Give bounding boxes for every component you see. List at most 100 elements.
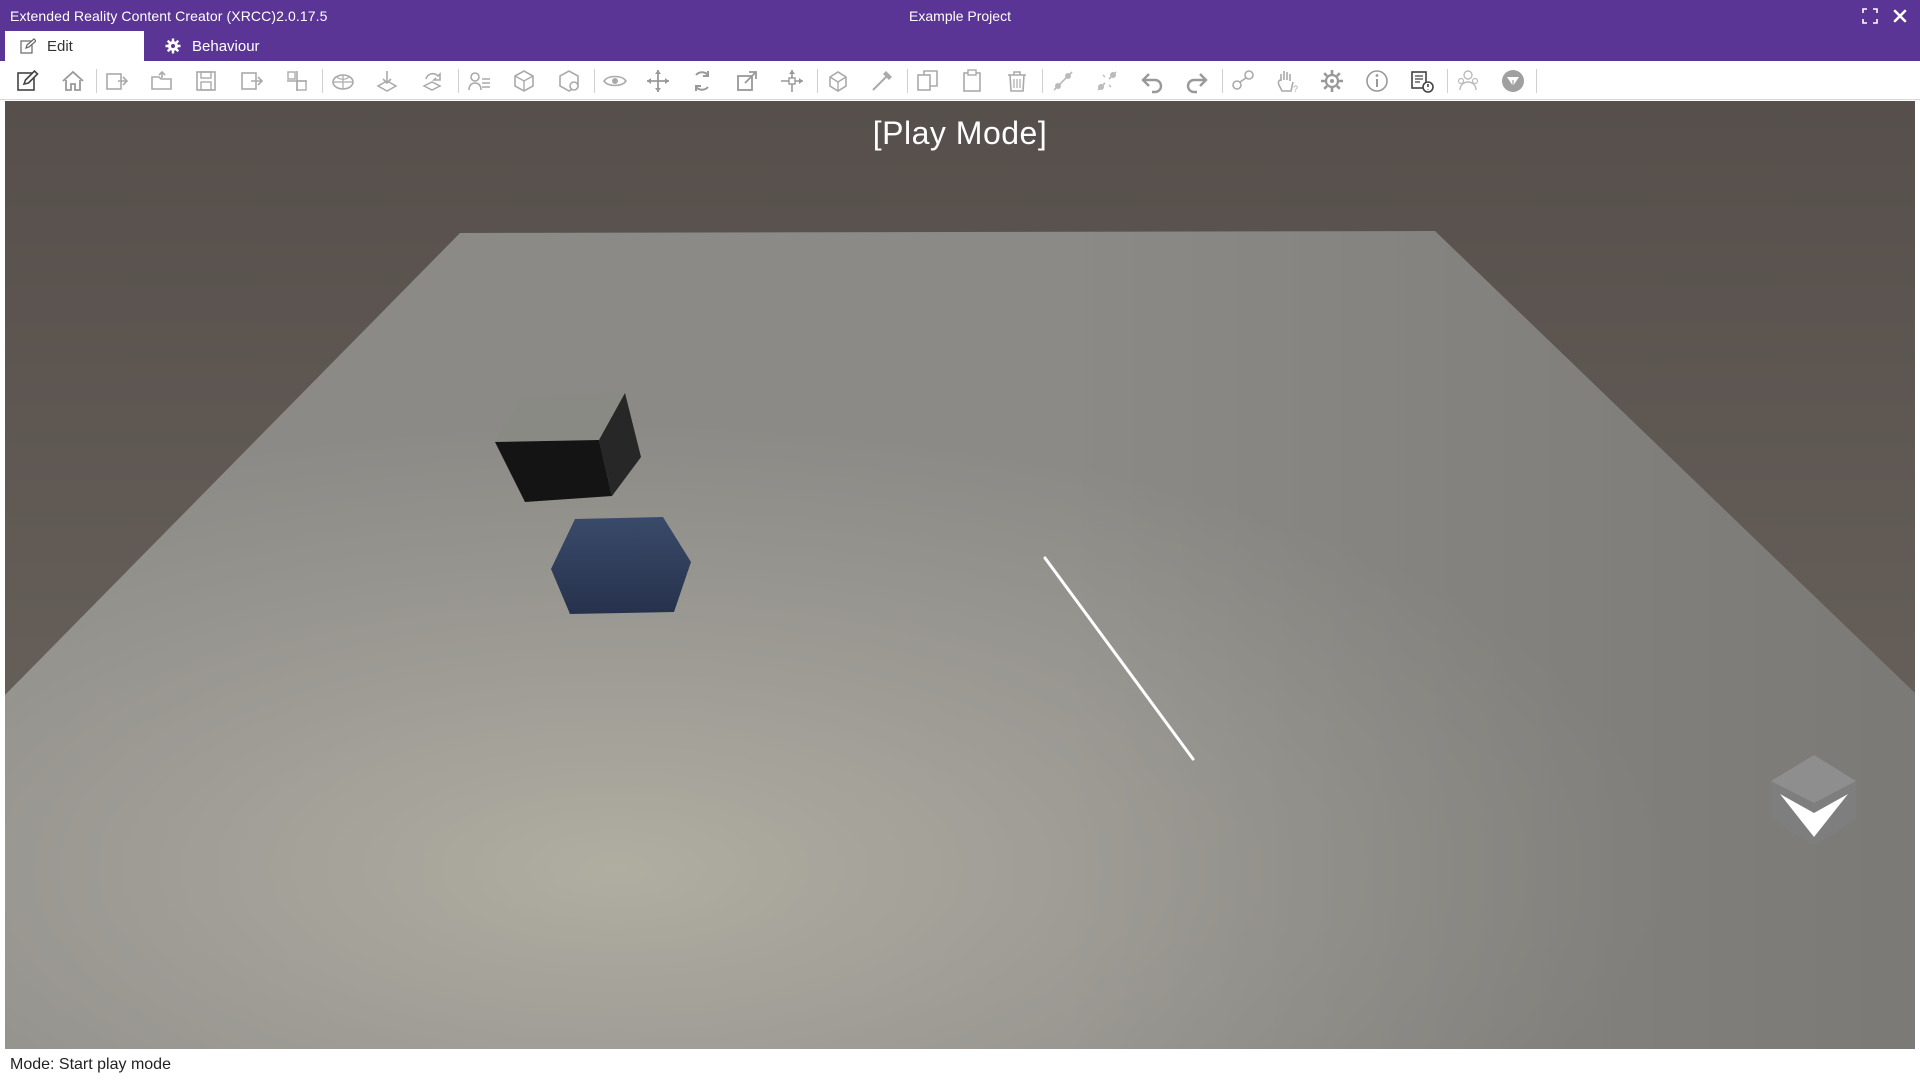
copy-button[interactable] [912, 65, 944, 97]
toolbar-separator [907, 69, 908, 93]
info-button[interactable] [1361, 65, 1393, 97]
move-button[interactable] [642, 65, 674, 97]
unlink-button[interactable] [1091, 65, 1123, 97]
close-button[interactable] [1888, 4, 1912, 28]
measure-button[interactable] [866, 65, 898, 97]
export-icon [241, 72, 264, 90]
tab-edit-label: Edit [47, 37, 73, 55]
rotate-view-button[interactable] [416, 65, 448, 97]
add-object-button[interactable] [281, 65, 313, 97]
play-mode-label: [Play Mode] [872, 115, 1048, 151]
connect-icon [1232, 70, 1254, 90]
rotate-button[interactable] [686, 65, 718, 97]
toolbar-separator [594, 69, 595, 93]
maximize-icon [1862, 8, 1878, 24]
trash-icon [1008, 71, 1026, 92]
scale-icon [737, 71, 757, 91]
home-icon [62, 70, 84, 91]
edit-icon [19, 37, 37, 55]
save-icon [196, 71, 216, 91]
tab-behaviour[interactable]: Behaviour [150, 31, 300, 61]
hand-icon: ? [1277, 71, 1298, 94]
paste-icon [963, 69, 981, 92]
snap-icon [829, 71, 847, 92]
measure-icon [872, 71, 892, 91]
gear-icon [164, 37, 182, 55]
snap-button[interactable] [822, 65, 854, 97]
scale-button[interactable] [731, 65, 763, 97]
package-button[interactable] [508, 65, 540, 97]
tab-edit[interactable]: Edit [5, 31, 144, 61]
pivot-button[interactable] [776, 65, 808, 97]
report-icon [1411, 71, 1434, 93]
view-button[interactable] [599, 65, 631, 97]
characters-button[interactable] [1452, 65, 1484, 97]
toolbar-separator [1042, 69, 1043, 93]
toolbar-separator [1447, 69, 1448, 93]
toolbar-separator [458, 69, 459, 93]
connect-button[interactable] [1227, 65, 1259, 97]
edit-tool-icon [17, 69, 39, 91]
undo-icon [1141, 73, 1163, 94]
eye-icon [603, 75, 627, 87]
black-cube[interactable] [495, 393, 641, 502]
blue-cube[interactable] [551, 517, 691, 614]
toolbar-separator [96, 69, 97, 93]
undo-button[interactable] [1136, 65, 1168, 97]
pivot-icon [781, 70, 803, 92]
import-button[interactable] [101, 65, 133, 97]
place-button[interactable] [371, 65, 403, 97]
help-icon [1502, 70, 1524, 92]
help-button[interactable] [1497, 65, 1529, 97]
delete-button[interactable] [1001, 65, 1033, 97]
material-button[interactable] [553, 65, 585, 97]
unlink-icon [1097, 71, 1117, 91]
status-text: Mode: Start play mode [10, 1056, 171, 1073]
toolbar-separator [1222, 69, 1223, 93]
grab-button[interactable]: ? [1271, 65, 1303, 97]
tab-bar: Edit Behaviour [0, 31, 1920, 61]
redo-button[interactable] [1181, 65, 1213, 97]
import-icon [106, 73, 129, 90]
place-icon [376, 71, 398, 92]
open-button[interactable] [146, 65, 178, 97]
copy-icon [917, 70, 938, 91]
report-button[interactable] [1406, 65, 1438, 97]
scene-canvas [5, 101, 1915, 1049]
close-icon [1893, 9, 1907, 23]
scene-viewport[interactable]: [Play Mode] [5, 101, 1915, 1049]
edit-tool-button[interactable] [12, 65, 44, 97]
package-icon [514, 70, 534, 92]
link-icon [1053, 71, 1073, 91]
link-button[interactable] [1047, 65, 1079, 97]
paste-button[interactable] [956, 65, 988, 97]
open-icon [151, 70, 172, 90]
settings-button[interactable] [1316, 65, 1348, 97]
add-object-icon [287, 71, 307, 91]
toolbar: ? [0, 61, 1920, 100]
status-bar: Mode: Start play mode [0, 1049, 1920, 1080]
home-button[interactable] [57, 65, 89, 97]
environment-icon [332, 74, 354, 90]
app-title: Extended Reality Content Creator (XRCC)2… [10, 8, 328, 24]
layers-button[interactable] [463, 65, 495, 97]
settings-icon [1321, 70, 1343, 92]
svg-text:?: ? [1293, 84, 1298, 94]
toolbar-separator [1536, 69, 1537, 93]
rotate-view-icon [422, 72, 442, 91]
tab-behaviour-label: Behaviour [192, 37, 260, 55]
maximize-button[interactable] [1858, 4, 1882, 28]
toolbar-separator [322, 69, 323, 93]
toolbar-separator [817, 69, 818, 93]
move-icon [647, 70, 669, 92]
layers-icon [468, 72, 490, 91]
characters-icon [1457, 70, 1479, 91]
environment-button[interactable] [327, 65, 359, 97]
export-button[interactable] [236, 65, 268, 97]
save-button[interactable] [190, 65, 222, 97]
material-icon [559, 70, 579, 92]
rotate-icon [695, 71, 709, 91]
redo-icon [1186, 73, 1208, 94]
info-icon [1366, 70, 1388, 92]
title-bar: Extended Reality Content Creator (XRCC)2… [0, 0, 1920, 31]
